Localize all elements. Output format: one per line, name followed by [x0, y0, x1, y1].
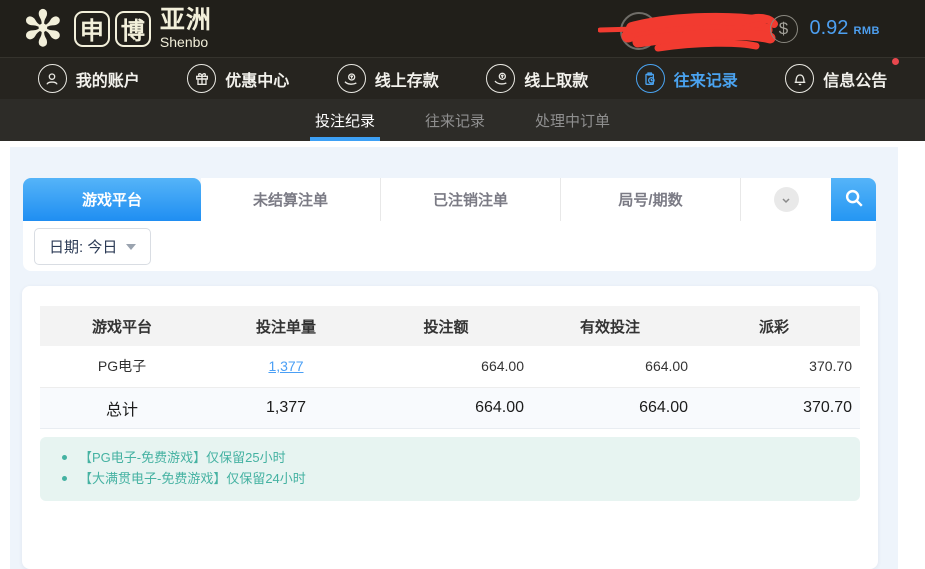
account-area — [598, 8, 778, 52]
active-tab-underline — [310, 137, 380, 141]
notice-box: 【PG电子-免费游戏】仅保留25小时 【大满贯电子-免费游戏】仅保留24小时 — [40, 437, 860, 501]
total-valid-bet: 664.00 — [532, 387, 696, 428]
subnav-label: 投注纪录 — [315, 110, 375, 131]
notice-text: 【PG电子-免费游戏】仅保留25小时 — [79, 447, 286, 468]
balance-display[interactable]: $ 0.92 RMB — [770, 0, 881, 57]
logo-char-shen: 申 — [74, 11, 110, 47]
nav-label: 线上存款 — [375, 67, 439, 91]
notice-text: 【大满贯电子-免费游戏】仅保留24小时 — [79, 468, 306, 489]
cell-bet-amount: 664.00 — [368, 346, 532, 387]
bullet-dot-icon — [62, 476, 67, 481]
main-navigation: 我的账户 优惠中心 线上存款 线上取款 — [0, 57, 925, 99]
col-payout: 派彩 — [696, 306, 860, 346]
tab-cancelled[interactable]: 已注销注单 — [381, 178, 561, 221]
total-label: 总计 — [40, 387, 204, 428]
table-header-row: 游戏平台 投注单量 投注额 有效投注 派彩 — [40, 306, 860, 346]
notice-line: 【大满贯电子-免费游戏】仅保留24小时 — [56, 468, 844, 489]
notice-line: 【PG电子-免费游戏】仅保留25小时 — [56, 447, 844, 468]
nav-label: 信息公告 — [823, 67, 887, 91]
total-bet-count: 1,377 — [204, 387, 368, 428]
subnav-label: 往来记录 — [425, 110, 485, 131]
col-valid-bet: 有效投注 — [532, 306, 696, 346]
bullet-dot-icon — [62, 455, 67, 460]
tab-round-number[interactable]: 局号/期数 — [561, 178, 741, 221]
results-card: 游戏平台 投注单量 投注额 有效投注 派彩 PG电子 1,377 664.00 … — [22, 286, 878, 569]
filter-bar: 日期: 今日 — [23, 221, 876, 271]
nav-label: 优惠中心 — [225, 67, 289, 91]
nav-my-account[interactable]: 我的账户 — [38, 64, 140, 93]
deposit-icon — [337, 64, 366, 93]
nav-records[interactable]: 往来记录 — [636, 64, 738, 93]
total-bet-amount: 664.00 — [368, 387, 532, 428]
search-icon — [843, 187, 865, 212]
cell-payout: 370.70 — [696, 346, 860, 387]
gift-icon — [187, 64, 216, 93]
nav-announcements[interactable]: 信息公告 — [785, 64, 887, 93]
nav-label: 往来记录 — [674, 67, 738, 91]
col-bet-amount: 投注额 — [368, 306, 532, 346]
chevron-down-icon — [774, 187, 799, 212]
nav-label: 我的账户 — [76, 67, 140, 91]
redaction-scribble — [598, 8, 778, 52]
records-icon — [636, 64, 665, 93]
bell-icon — [785, 64, 814, 93]
nav-label: 线上取款 — [524, 67, 588, 91]
user-icon — [38, 64, 67, 93]
withdraw-icon — [486, 64, 515, 93]
nav-withdraw[interactable]: 线上取款 — [486, 64, 588, 93]
logo-region-block: 亚洲 Shenbo — [160, 8, 212, 49]
date-filter-label: 日期: 今日 — [49, 236, 117, 257]
flower-logo-icon: ✻ — [22, 4, 64, 54]
search-button[interactable] — [831, 178, 876, 221]
nav-deposit[interactable]: 线上存款 — [337, 64, 439, 93]
logo-char-bo: 博 — [115, 11, 151, 47]
notification-badge — [892, 58, 899, 65]
bet-count-link[interactable]: 1,377 — [268, 358, 303, 374]
cell-valid-bet: 664.00 — [532, 346, 696, 387]
col-game-platform: 游戏平台 — [40, 306, 204, 346]
logo-subtitle: Shenbo — [160, 35, 212, 49]
tab-expand-dropdown[interactable] — [741, 178, 831, 221]
query-tab-row: 游戏平台 未结算注单 已注销注单 局号/期数 — [23, 178, 876, 221]
bet-summary-table: 游戏平台 投注单量 投注额 有效投注 派彩 PG电子 1,377 664.00 … — [40, 306, 860, 429]
balance-currency: RMB — [853, 25, 880, 37]
table-row: PG电子 1,377 664.00 664.00 370.70 — [40, 346, 860, 387]
col-bet-count: 投注单量 — [204, 306, 368, 346]
table-total-row: 总计 1,377 664.00 664.00 370.70 — [40, 387, 860, 428]
brand-logo[interactable]: ✻ 申 博 亚洲 Shenbo — [22, 4, 212, 54]
sub-navigation: 投注纪录 往来记录 处理中订单 — [0, 99, 925, 141]
subnav-bet-records[interactable]: 投注纪录 — [315, 99, 375, 141]
cell-bet-count: 1,377 — [204, 346, 368, 387]
cell-platform: PG电子 — [40, 346, 204, 387]
subnav-transaction-records[interactable]: 往来记录 — [425, 99, 485, 141]
total-payout: 370.70 — [696, 387, 860, 428]
logo-region-text: 亚洲 — [160, 8, 212, 33]
caret-down-icon — [126, 244, 136, 250]
currency-dollar-icon: $ — [770, 15, 798, 43]
tab-unsettled[interactable]: 未结算注单 — [201, 178, 381, 221]
content-panel: 游戏平台 未结算注单 已注销注单 局号/期数 日期: 今日 — [10, 147, 898, 569]
subnav-pending-orders[interactable]: 处理中订单 — [535, 99, 610, 141]
balance-amount: 0.92 — [810, 17, 849, 40]
date-filter-dropdown[interactable]: 日期: 今日 — [34, 228, 151, 265]
subnav-label: 处理中订单 — [535, 110, 610, 131]
top-header: ✻ 申 博 亚洲 Shenbo $ 0.92 RMB — [0, 0, 925, 57]
nav-promotions[interactable]: 优惠中心 — [187, 64, 289, 93]
tab-game-platform[interactable]: 游戏平台 — [23, 178, 201, 221]
